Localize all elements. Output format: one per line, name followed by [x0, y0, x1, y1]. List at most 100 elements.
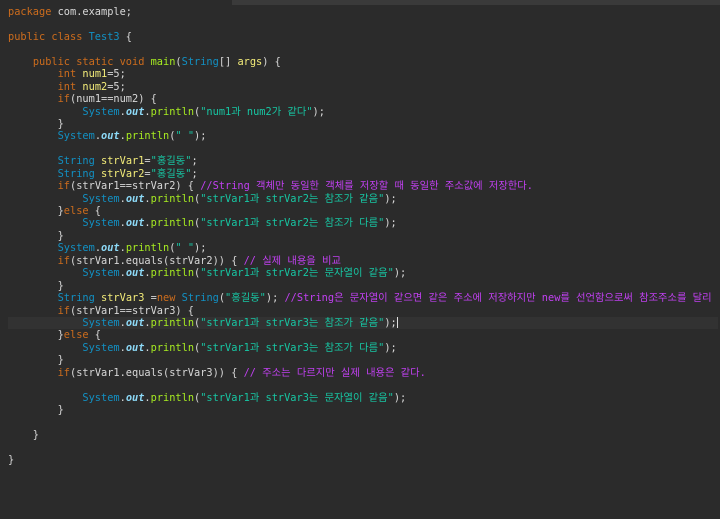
code-line[interactable]: System.out.println("strVar1과 strVar3는 문자…: [8, 392, 718, 404]
code-token: strVar1: [101, 155, 145, 168]
code-line[interactable]: }else {: [8, 329, 718, 341]
code-token: {: [88, 205, 102, 217]
code-token: "홍길동": [150, 155, 192, 168]
code-token: num2: [82, 80, 108, 93]
code-line[interactable]: ​: [8, 379, 718, 391]
code-line[interactable]: System.out.println("num1과 num2가 같다");: [8, 106, 718, 118]
code-token: }: [8, 404, 64, 416]
code-token: }: [8, 205, 64, 217]
code-token: System: [57, 130, 95, 143]
code-token: else: [63, 205, 89, 217]
code-token: "홍길동": [150, 167, 192, 180]
code-line[interactable]: ​: [8, 441, 718, 453]
code-line[interactable]: ​: [8, 43, 718, 55]
code-line[interactable]: System.out.println("strVar1과 strVar2는 문자…: [8, 267, 718, 279]
code-line[interactable]: String strVar1="홍길동";: [8, 155, 718, 167]
code-token: }: [8, 279, 64, 292]
code-line[interactable]: System.out.println(" ");: [8, 130, 718, 142]
code-token: );: [384, 316, 397, 329]
code-token: (strVar1==strVar2) {: [70, 180, 201, 193]
code-token: System: [82, 105, 120, 118]
code-token: out: [125, 192, 145, 205]
code-token: String: [181, 292, 219, 305]
code-line[interactable]: }: [8, 354, 718, 366]
code-token: String: [57, 292, 95, 305]
code-token: "strVar1과 strVar3는 문자열이 같음": [200, 391, 394, 404]
code-line[interactable]: public static void main(String[] args) {: [8, 56, 718, 68]
code-line[interactable]: System.out.println(" ");: [8, 242, 718, 254]
code-line[interactable]: String strVar2="홍길동";: [8, 168, 718, 180]
code-line[interactable]: if(num1==num2) {: [8, 93, 718, 105]
code-token: );: [265, 292, 285, 305]
code-token: "strVar1과 strVar2는 참조가 다름": [200, 217, 385, 230]
code-token: System: [82, 316, 120, 329]
code-token: }: [8, 229, 64, 242]
code-line[interactable]: }: [8, 230, 718, 242]
code-line[interactable]: int num2=5;: [8, 81, 718, 93]
code-line[interactable]: }else {: [8, 205, 718, 217]
code-line[interactable]: System.out.println("strVar1과 strVar2는 참조…: [8, 193, 718, 205]
code-line[interactable]: String strVar3 =new String("홍길동"); //Str…: [8, 292, 718, 304]
code-token: " ": [175, 130, 195, 143]
code-token: " ": [175, 242, 195, 255]
code-token: out: [125, 267, 145, 280]
code-token: String: [57, 167, 95, 180]
code-token: println: [150, 105, 195, 118]
code-line[interactable]: }: [8, 429, 718, 441]
code-token: System: [57, 242, 95, 255]
code-token: }: [8, 428, 39, 441]
code-line[interactable]: System.out.println("strVar1과 strVar3는 참조…: [8, 316, 718, 330]
code-line[interactable]: }: [8, 454, 718, 466]
code-token: args: [237, 55, 263, 68]
code-token: =: [144, 292, 157, 305]
code-token: new: [156, 292, 176, 305]
code-token: ;: [191, 155, 198, 168]
horizontal-scrollbar[interactable]: [232, 0, 720, 5]
code-token: System: [82, 217, 120, 230]
code-line[interactable]: }: [8, 118, 718, 130]
code-line[interactable]: if(strVar1.equals(strVar2)) { // 실제 내용을 …: [8, 255, 718, 267]
code-line[interactable]: if(strVar1==strVar2) { //String 객체만 동일한 …: [8, 180, 718, 192]
code-line[interactable]: ​: [8, 18, 718, 30]
code-token: out: [101, 242, 120, 255]
code-token: {: [119, 30, 133, 43]
code-token: strVar3: [101, 292, 145, 305]
code-token: []: [218, 55, 238, 68]
code-line[interactable]: ​: [8, 143, 718, 155]
code-token: else: [63, 329, 89, 342]
code-token: }: [8, 329, 64, 342]
code-token: Test3: [88, 30, 120, 43]
code-token: println: [150, 391, 195, 404]
code-token: out: [101, 130, 120, 143]
code-line[interactable]: public class Test3 {: [8, 31, 718, 43]
code-token: println: [150, 316, 195, 329]
code-token: // 주소는 다르지만 실제 내용은 같다.: [243, 366, 426, 379]
code-line[interactable]: }: [8, 404, 718, 416]
code-token: }: [8, 354, 64, 367]
code-editor[interactable]: package com.example;​public class Test3 …: [0, 0, 720, 519]
code-line[interactable]: int num1=5;: [8, 68, 718, 80]
code-token: System: [82, 267, 120, 280]
code-token: out: [125, 316, 145, 329]
code-line[interactable]: ​: [8, 416, 718, 428]
code-token: package: [8, 6, 52, 18]
code-line[interactable]: package com.example;: [8, 6, 718, 18]
code-area[interactable]: package com.example;​public class Test3 …: [8, 6, 718, 466]
code-line[interactable]: System.out.println("strVar1과 strVar3는 참조…: [8, 342, 718, 354]
code-line[interactable]: System.out.println("strVar1과 strVar2는 참조…: [8, 217, 718, 229]
code-token: );: [194, 130, 207, 143]
code-line[interactable]: if(strVar1.equals(strVar3)) { // 주소는 다르지…: [8, 367, 718, 379]
code-token: "num1과 num2가 같다": [200, 105, 313, 118]
code-line[interactable]: if(strVar1==strVar3) {: [8, 305, 718, 317]
code-token: "strVar1과 strVar3는 참조가 다름": [200, 341, 385, 354]
code-token: int: [57, 68, 77, 81]
code-line[interactable]: }: [8, 280, 718, 292]
